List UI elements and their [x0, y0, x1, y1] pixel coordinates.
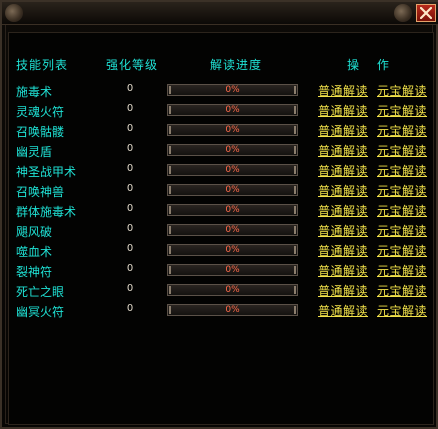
normal-decode-link[interactable]: 普通解读: [318, 262, 368, 279]
skill-name: 噬血术: [16, 245, 53, 259]
skill-name: 神圣战甲术: [16, 165, 77, 179]
progress-text: 0%: [225, 125, 240, 135]
yuanbao-decode-link[interactable]: 元宝解读: [377, 182, 427, 199]
yuanbao-decode-link[interactable]: 元宝解读: [377, 122, 427, 139]
progress-text: 0%: [225, 245, 240, 255]
decode-progress-bar: 0%: [167, 224, 298, 236]
progress-text: 0%: [225, 225, 240, 235]
normal-decode-link[interactable]: 普通解读: [318, 202, 368, 219]
skill-enhance-level: 0: [126, 183, 134, 194]
skill-enhance-level: 0: [126, 103, 134, 114]
progress-text: 0%: [225, 285, 240, 295]
header-decode-progress: 解读进度: [210, 58, 263, 72]
progress-text: 0%: [225, 305, 240, 315]
skill-row: 飓风破 0 0% 普通解读 元宝解读: [0, 221, 438, 241]
skill-row: 灵魂火符 0 0% 普通解读 元宝解读: [0, 101, 438, 121]
yuanbao-decode-link[interactable]: 元宝解读: [377, 262, 427, 279]
skill-name: 施毒术: [16, 85, 53, 99]
progress-text: 0%: [225, 205, 240, 215]
decode-progress-bar: 0%: [167, 264, 298, 276]
decode-progress-bar: 0%: [167, 164, 298, 176]
skill-enhance-level: 0: [126, 303, 134, 314]
corner-ornament-icon: [394, 4, 412, 22]
skill-name: 召唤骷髅: [16, 125, 65, 139]
skill-row: 死亡之眼 0 0% 普通解读 元宝解读: [0, 281, 438, 301]
progress-text: 0%: [225, 265, 240, 275]
skill-row: 召唤神兽 0 0% 普通解读 元宝解读: [0, 181, 438, 201]
yuanbao-decode-link[interactable]: 元宝解读: [377, 142, 427, 159]
normal-decode-link[interactable]: 普通解读: [318, 182, 368, 199]
normal-decode-link[interactable]: 普通解读: [318, 122, 368, 139]
decode-progress-bar: 0%: [167, 304, 298, 316]
skill-name: 裂神符: [16, 265, 53, 279]
decode-progress-bar: 0%: [167, 124, 298, 136]
skill-name: 死亡之眼: [16, 285, 65, 299]
normal-decode-link[interactable]: 普通解读: [318, 162, 368, 179]
skill-row: 召唤骷髅 0 0% 普通解读 元宝解读: [0, 121, 438, 141]
skill-enhance-level: 0: [126, 83, 134, 94]
yuanbao-decode-link[interactable]: 元宝解读: [377, 302, 427, 319]
skill-name: 灵魂火符: [16, 105, 65, 119]
progress-text: 0%: [225, 185, 240, 195]
progress-text: 0%: [225, 85, 240, 95]
skill-name: 幽冥火符: [16, 305, 65, 319]
skill-enhance-level: 0: [126, 203, 134, 214]
skill-row: 裂神符 0 0% 普通解读 元宝解读: [0, 261, 438, 281]
skill-row: 施毒术 0 0% 普通解读 元宝解读: [0, 81, 438, 101]
decode-progress-bar: 0%: [167, 84, 298, 96]
decode-progress-bar: 0%: [167, 204, 298, 216]
skill-row: 幽灵盾 0 0% 普通解读 元宝解读: [0, 141, 438, 161]
skill-row: 幽冥火符 0 0% 普通解读 元宝解读: [0, 301, 438, 321]
normal-decode-link[interactable]: 普通解读: [318, 142, 368, 159]
progress-text: 0%: [225, 165, 240, 175]
skill-enhance-level: 0: [126, 163, 134, 174]
skill-enhance-level: 0: [126, 283, 134, 294]
decode-progress-bar: 0%: [167, 284, 298, 296]
normal-decode-link[interactable]: 普通解读: [318, 222, 368, 239]
skill-enhance-level: 0: [126, 123, 134, 134]
yuanbao-decode-link[interactable]: 元宝解读: [377, 82, 427, 99]
skill-row: 群体施毒术 0 0% 普通解读 元宝解读: [0, 201, 438, 221]
yuanbao-decode-link[interactable]: 元宝解读: [377, 202, 427, 219]
decode-progress-bar: 0%: [167, 184, 298, 196]
yuanbao-decode-link[interactable]: 元宝解读: [377, 222, 427, 239]
yuanbao-decode-link[interactable]: 元宝解读: [377, 162, 427, 179]
header-skill-list: 技能列表: [16, 58, 69, 72]
header-enhance-level: 强化等级: [106, 58, 159, 72]
skill-enhance-level: 0: [126, 223, 134, 234]
skill-name: 群体施毒术: [16, 205, 77, 219]
header-operations: 操 作: [347, 58, 390, 72]
skill-enhance-level: 0: [126, 243, 134, 254]
skill-enhance-level: 0: [126, 143, 134, 154]
normal-decode-link[interactable]: 普通解读: [318, 242, 368, 259]
skill-row: 噬血术 0 0% 普通解读 元宝解读: [0, 241, 438, 261]
normal-decode-link[interactable]: 普通解读: [318, 282, 368, 299]
title-bar: [2, 2, 438, 25]
decode-progress-bar: 0%: [167, 104, 298, 116]
skill-name: 飓风破: [16, 225, 53, 239]
decode-progress-bar: 0%: [167, 244, 298, 256]
skill-name: 幽灵盾: [16, 145, 53, 159]
corner-ornament-icon: [5, 4, 23, 22]
skill-row: 神圣战甲术 0 0% 普通解读 元宝解读: [0, 161, 438, 181]
progress-text: 0%: [225, 105, 240, 115]
skill-enhance-level: 0: [126, 263, 134, 274]
skill-name: 召唤神兽: [16, 185, 65, 199]
normal-decode-link[interactable]: 普通解读: [318, 102, 368, 119]
close-button[interactable]: [416, 4, 436, 22]
close-x-icon: [420, 7, 432, 19]
yuanbao-decode-link[interactable]: 元宝解读: [377, 242, 427, 259]
yuanbao-decode-link[interactable]: 元宝解读: [377, 102, 427, 119]
progress-text: 0%: [225, 145, 240, 155]
yuanbao-decode-link[interactable]: 元宝解读: [377, 282, 427, 299]
decode-progress-bar: 0%: [167, 144, 298, 156]
normal-decode-link[interactable]: 普通解读: [318, 302, 368, 319]
normal-decode-link[interactable]: 普通解读: [318, 82, 368, 99]
